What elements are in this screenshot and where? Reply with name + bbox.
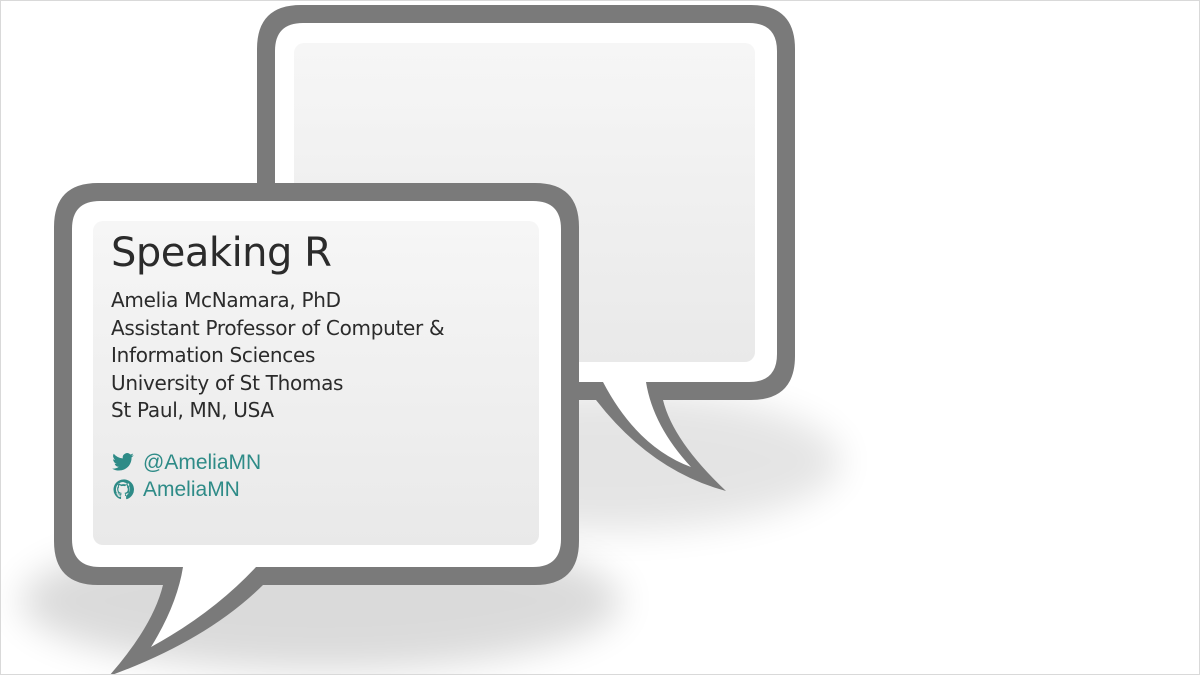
slide: Speaking R Amelia McNamara, PhD Assistan… bbox=[0, 0, 1200, 675]
speaker-department: Information Sciences bbox=[111, 343, 316, 367]
social-links: @AmeliaMN AmeliaMN bbox=[111, 449, 531, 503]
twitter-row: @AmeliaMN bbox=[111, 449, 531, 476]
twitter-icon bbox=[111, 451, 135, 473]
github-link[interactable]: AmeliaMN bbox=[143, 476, 240, 503]
speaker-institution: University of St Thomas bbox=[111, 370, 344, 395]
twitter-link[interactable]: @AmeliaMN bbox=[143, 449, 261, 476]
speaker-card: Speaking R Amelia McNamara, PhD Assistan… bbox=[111, 225, 531, 503]
speaker-name: Amelia McNamara, PhD bbox=[111, 288, 341, 312]
speaker-position: Assistant Professor of Computer & bbox=[111, 315, 445, 340]
github-icon bbox=[111, 478, 135, 500]
talk-title: Speaking R bbox=[111, 230, 332, 276]
speaker-location: St Paul, MN, USA bbox=[111, 398, 274, 422]
speaker-info: Amelia McNamara, PhD Assistant Professor… bbox=[111, 287, 531, 425]
github-row: AmeliaMN bbox=[111, 476, 531, 503]
